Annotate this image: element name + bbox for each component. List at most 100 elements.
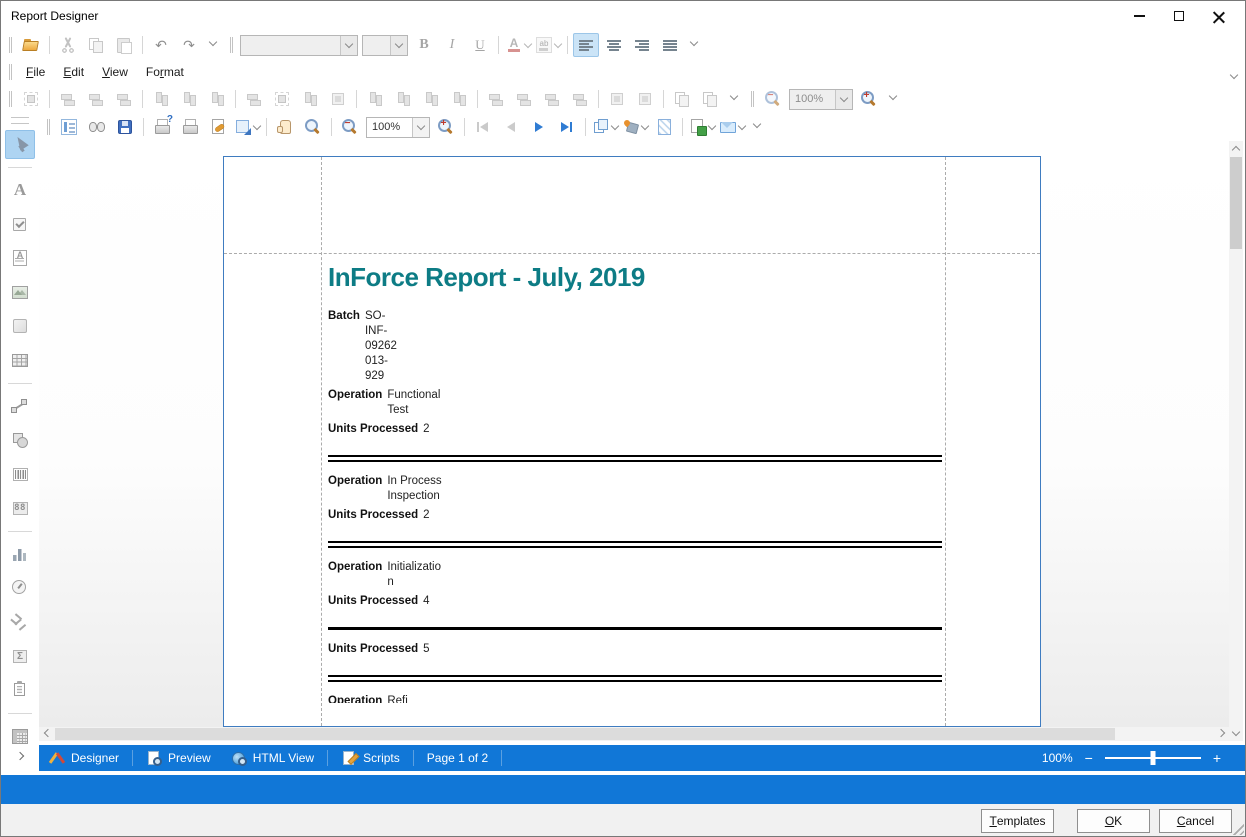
shape-icon <box>11 431 29 449</box>
barcode-button[interactable] <box>5 460 35 489</box>
report-page: InForce Report - July, 2019 BatchSO- INF… <box>223 156 1041 727</box>
open-button[interactable] <box>18 33 44 57</box>
hand-tool-button[interactable] <box>272 115 298 139</box>
toolbox-grip[interactable] <box>11 117 29 124</box>
toolbar-grip[interactable] <box>751 91 754 107</box>
preview-more-button[interactable] <box>748 115 768 139</box>
horizontal-scrollbar-thumb[interactable] <box>55 728 1115 740</box>
redo-button[interactable]: ↷ <box>176 33 202 57</box>
menu-file[interactable]: File <box>17 61 54 83</box>
magnifier-button[interactable] <box>300 115 326 139</box>
undo-redo-dropdown-button[interactable] <box>204 33 224 57</box>
minimize-button[interactable] <box>1119 1 1159 31</box>
toolbar-grip[interactable] <box>9 64 12 80</box>
zoom-in-designer-button[interactable]: + <box>856 87 882 111</box>
save-button[interactable] <box>112 115 138 139</box>
page-info-button[interactable] <box>5 676 35 705</box>
align-justify-button[interactable] <box>657 33 683 57</box>
last-page-button[interactable] <box>554 115 580 139</box>
scroll-up-button[interactable] <box>1229 141 1243 156</box>
sparkline-button[interactable] <box>5 608 35 637</box>
zip-code-button[interactable]: 88 <box>5 494 35 523</box>
tab-scripts[interactable]: Scripts <box>331 745 410 771</box>
toolbar-grip[interactable] <box>9 91 12 107</box>
scroll-right-button[interactable] <box>1214 727 1229 741</box>
chevron-down-icon <box>205 36 223 54</box>
align-right-button[interactable] <box>629 33 655 57</box>
zoom-slider-thumb[interactable] <box>1150 751 1155 765</box>
tab-html-view[interactable]: HTML View <box>221 745 324 771</box>
toolbar-grip[interactable] <box>230 37 233 53</box>
report-designer-window: Report Designer ↶↷BIUAab File Edit View … <box>0 0 1246 837</box>
scale-button[interactable] <box>233 115 261 139</box>
toolbar-grip[interactable] <box>9 37 12 53</box>
shape-button[interactable] <box>5 426 35 455</box>
zoom-in-button[interactable]: + <box>433 115 459 139</box>
zoom-in-button[interactable]: + <box>1213 751 1221 765</box>
tab-designer[interactable]: Designer <box>39 745 129 771</box>
check-box-button[interactable] <box>5 210 35 239</box>
vertical-scrollbar-thumb[interactable] <box>1230 157 1242 249</box>
order-dropdown-button[interactable] <box>725 87 745 111</box>
decrease-vertical-spacing-icon <box>543 90 561 108</box>
print-button[interactable]: ? <box>149 115 175 139</box>
preview-zoom-combo[interactable]: 100% <box>366 117 430 138</box>
zoom-out-button[interactable]: − <box>337 115 363 139</box>
export-document-button[interactable] <box>688 115 716 139</box>
scroll-down-button[interactable] <box>1229 726 1243 741</box>
report-field-row: OperationFunctional Test <box>328 388 942 418</box>
menu-format[interactable]: Format <box>137 61 193 83</box>
zoom-slider[interactable] <box>1105 757 1201 759</box>
toolbar-grip[interactable] <box>47 119 50 135</box>
close-button[interactable] <box>1199 1 1239 31</box>
menu-view[interactable]: View <box>93 61 137 83</box>
picture-box-button[interactable] <box>5 278 35 307</box>
search-button[interactable] <box>84 115 110 139</box>
align-left-button[interactable] <box>573 33 599 57</box>
multiple-pages-button[interactable] <box>591 115 619 139</box>
toolbar-separator <box>49 36 50 54</box>
tab-preview[interactable]: Preview <box>136 745 221 771</box>
tab-label: HTML View <box>253 751 314 765</box>
zoom-out-button[interactable]: − <box>1085 751 1093 765</box>
align-lefts-button <box>55 87 81 111</box>
maximize-button[interactable] <box>1159 1 1199 31</box>
line-button[interactable] <box>5 392 35 421</box>
panel-button[interactable] <box>5 312 35 341</box>
quick-print-button[interactable] <box>177 115 203 139</box>
vertical-scrollbar[interactable] <box>1229 141 1243 741</box>
next-page-button[interactable] <box>526 115 552 139</box>
report-field-row: OperationIn Process Inspection <box>328 474 942 504</box>
label-button[interactable]: A <box>5 176 35 205</box>
watermark-button[interactable] <box>651 115 677 139</box>
next-page-icon <box>530 118 548 136</box>
templates-button[interactable]: Templates <box>981 809 1054 833</box>
toolbar-separator <box>663 90 664 108</box>
pivot-grid-button[interactable] <box>5 722 35 751</box>
align-center-button[interactable] <box>601 33 627 57</box>
page-setup-button[interactable] <box>205 115 231 139</box>
table-button[interactable] <box>5 346 35 375</box>
align-dropdown-button[interactable] <box>685 33 705 57</box>
scroll-left-button[interactable] <box>39 727 54 741</box>
horizontal-scrollbar[interactable] <box>39 727 1229 741</box>
pointer-button[interactable] <box>5 130 35 159</box>
toolbox-expander-button[interactable] <box>10 751 30 765</box>
chart-button[interactable] <box>5 540 35 569</box>
undo-button[interactable]: ↶ <box>148 33 174 57</box>
gauge-button[interactable] <box>5 574 35 603</box>
summary-button[interactable]: Σ <box>5 642 35 671</box>
menu-edit[interactable]: Edit <box>54 61 93 83</box>
toolbar-overflow-chevron[interactable] <box>1231 65 1237 83</box>
cancel-button[interactable]: Cancel <box>1159 809 1232 833</box>
field-label: Operation <box>328 474 382 504</box>
document-map-button[interactable] <box>56 115 82 139</box>
highlight-color-icon: ab <box>536 37 552 53</box>
view-tab-bar: DesignerPreviewHTML ViewScriptsPage 1 of… <box>39 745 1246 771</box>
send-via-email-button[interactable] <box>718 115 746 139</box>
designer-zoom-dropdown-button[interactable] <box>884 87 904 111</box>
ok-button[interactable]: OK <box>1077 809 1150 833</box>
rich-text-button[interactable]: A <box>5 244 35 273</box>
page-color-button[interactable] <box>621 115 649 139</box>
dropdown-arrow-icon <box>254 126 260 129</box>
